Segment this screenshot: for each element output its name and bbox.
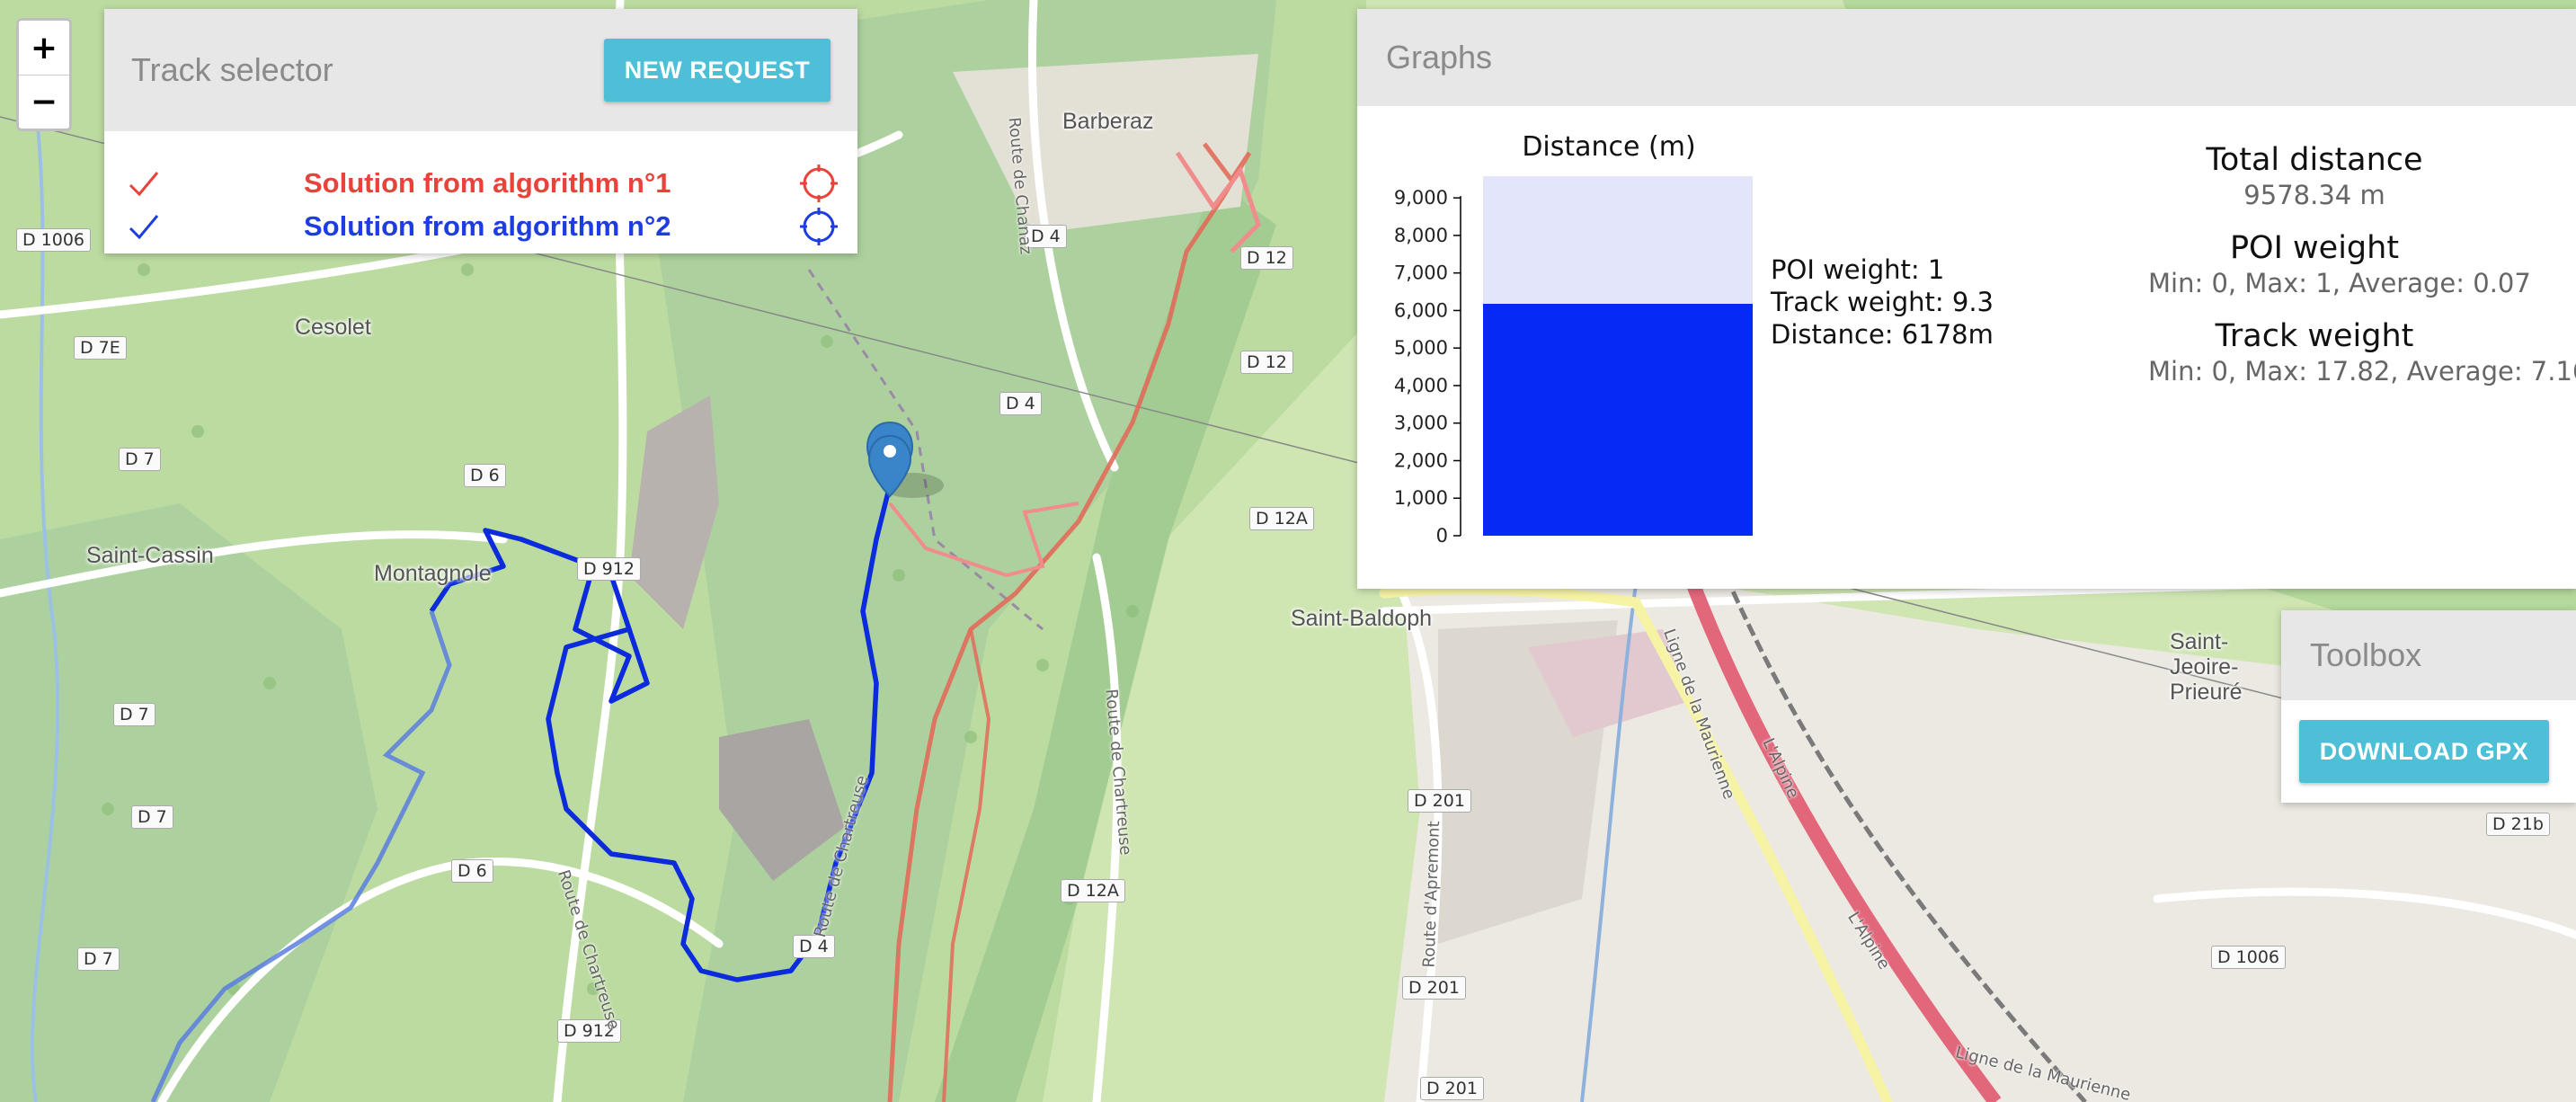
- road-shield: D 6: [451, 859, 493, 883]
- place-label: Montagnole: [374, 561, 492, 586]
- y-tick-label: 6,000: [1394, 299, 1448, 321]
- y-tick-label: 7,000: [1394, 262, 1448, 284]
- road-shield: D 6: [464, 464, 506, 487]
- toolbox-panel: Toolbox DOWNLOAD GPX: [2281, 610, 2576, 803]
- y-tick-label: 4,000: [1394, 375, 1448, 396]
- track-row-1[interactable]: Solution from algorithm n°1: [104, 162, 857, 205]
- checkmark-icon[interactable]: [126, 165, 162, 201]
- poi-weight-value: Min: 0, Max: 1, Average: 0.07: [2148, 268, 2531, 298]
- track-weight-title: Track weight: [2215, 318, 2414, 354]
- distance-chart[interactable]: Distance (m) 0 1,000 2,000 3,000 4,000 5,000 6…: [1357, 106, 2130, 573]
- road-shield: D 7: [131, 805, 173, 829]
- place-label: Barberaz: [1062, 109, 1154, 134]
- zoom-in-button[interactable]: +: [19, 21, 69, 75]
- graphs-header: Graphs: [1357, 9, 2576, 106]
- road-shield: D 201: [1402, 976, 1466, 1000]
- chart-title: Distance (m): [1522, 131, 1695, 163]
- graphs-title: Graphs: [1386, 39, 1493, 76]
- road-shield: D 21b: [2486, 813, 2550, 836]
- road-shield: D 4: [999, 392, 1042, 415]
- y-tick-label: 5,000: [1394, 337, 1448, 359]
- y-tick-label: 1,000: [1394, 487, 1448, 509]
- total-distance-value: 9578.34 m: [2243, 180, 2385, 210]
- road-shield: D 12A: [1061, 879, 1125, 902]
- chart-bar-value[interactable]: [1483, 304, 1753, 536]
- place-label: Cesolet: [295, 315, 371, 340]
- track-weight-value: Min: 0, Max: 17.82, Average: 7.16: [2148, 356, 2576, 387]
- track-selector-title: Track selector: [131, 51, 333, 88]
- new-request-button[interactable]: NEW REQUEST: [604, 39, 831, 102]
- y-tick-label: 2,000: [1394, 449, 1448, 471]
- stats-block: Total distance 9578.34 m POI weight Min:…: [2148, 142, 2576, 406]
- checkmark-icon[interactable]: [126, 209, 162, 244]
- road-shield: D 201: [1408, 789, 1471, 813]
- road-shield: D 12: [1240, 246, 1293, 270]
- road-shield: D 7: [77, 947, 120, 971]
- road-shield: D 1006: [16, 228, 92, 252]
- road-shield: D 912: [577, 557, 641, 581]
- graphs-panel: Graphs Distance (m) 0 1,000 2,000 3,000 4,00…: [1357, 9, 2576, 589]
- road-shield: D 12A: [1249, 507, 1314, 530]
- y-axis: 0 1,000 2,000 3,000 4,000 5,000 6,000 7,000 8,00…: [1394, 187, 1461, 547]
- tooltip-track-weight: Track weight: 9.3: [1770, 287, 1994, 317]
- track-selector-panel: Track selector NEW REQUEST Solution from…: [104, 9, 857, 253]
- poi-weight-title: POI weight: [2229, 230, 2400, 266]
- tooltip-distance: Distance: 6178m: [1771, 319, 1994, 350]
- road-shield: D 201: [1420, 1077, 1484, 1100]
- y-tick-label: 8,000: [1394, 225, 1448, 246]
- track-selector-header: Track selector NEW REQUEST: [104, 9, 857, 131]
- locate-track-icon[interactable]: [798, 206, 839, 247]
- toolbox-title: Toolbox: [2310, 636, 2422, 673]
- place-label: Saint-Jeoire-Prieuré: [2170, 629, 2243, 705]
- place-label: Saint-Baldoph: [1291, 606, 1433, 631]
- place-label: Saint-Cassin: [86, 543, 214, 568]
- zoom-out-button[interactable]: −: [19, 75, 69, 129]
- road-shield: D 7: [119, 448, 161, 471]
- download-gpx-button[interactable]: DOWNLOAD GPX: [2299, 720, 2549, 783]
- y-tick-label: 9,000: [1394, 187, 1448, 209]
- road-shield: D 12: [1240, 351, 1293, 374]
- track-label-1: Solution from algorithm n°1: [304, 167, 671, 199]
- locate-track-icon[interactable]: [798, 163, 839, 204]
- y-tick-label: 3,000: [1394, 413, 1448, 434]
- road-shield: D 7: [113, 703, 155, 726]
- y-tick-label: 0: [1436, 525, 1448, 547]
- zoom-control: + −: [16, 18, 72, 131]
- track-row-2[interactable]: Solution from algorithm n°2: [104, 205, 857, 248]
- track-label-2: Solution from algorithm n°2: [304, 210, 671, 242]
- road-shield: D 7E: [74, 336, 127, 360]
- toolbox-header: Toolbox: [2281, 610, 2576, 700]
- total-distance-title: Total distance: [2206, 142, 2423, 178]
- tooltip-poi-weight: POI weight: 1: [1771, 254, 1944, 285]
- road-shield: D 1006: [2211, 946, 2287, 969]
